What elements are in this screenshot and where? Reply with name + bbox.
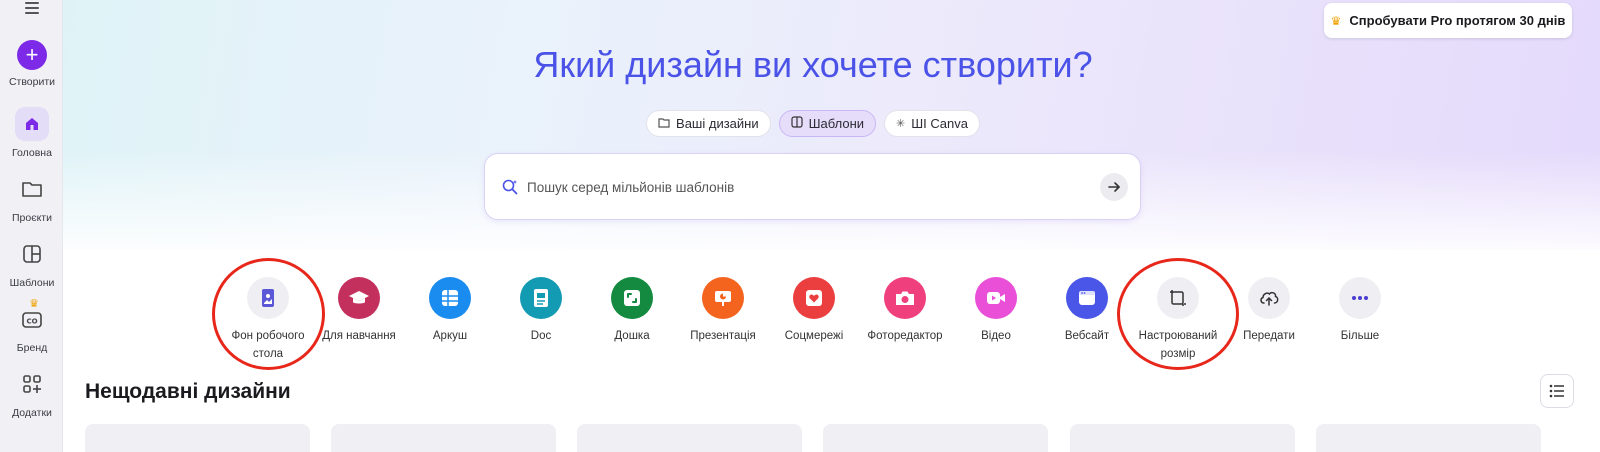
tab-label: Шаблони — [808, 116, 865, 131]
sidebar-item-label: Шаблони — [9, 277, 55, 289]
menu-icon[interactable] — [22, 2, 42, 16]
category-label: Doc — [530, 330, 552, 342]
sidebar-item-label: Створити — [8, 76, 56, 88]
recent-design-thumbnail[interactable] — [823, 424, 1048, 452]
custom-size-icon — [1157, 277, 1199, 319]
video-icon — [975, 277, 1017, 319]
graduation-cap-icon — [338, 277, 380, 319]
recent-designs-heading: Нещодавні дизайни — [85, 380, 291, 403]
tab-label: ШІ Canva — [911, 116, 968, 131]
category-label: Соцмережі — [784, 330, 844, 342]
website-icon — [1066, 277, 1108, 319]
sheet-icon — [429, 277, 471, 319]
apps-icon — [15, 367, 49, 401]
category-label: Більше — [1340, 330, 1380, 342]
tab-label: Ваші дизайни — [676, 116, 759, 131]
sidebar-item-label: Головна — [12, 147, 52, 159]
recent-design-thumbnail[interactable] — [1070, 424, 1295, 452]
sidebar-item-home[interactable]: Головна — [0, 107, 64, 159]
category-label: Презентація — [690, 330, 756, 342]
recent-design-thumbnail[interactable] — [1316, 424, 1541, 452]
main-content: ♛ Спробувати Pro протягом 30 днів Який д… — [62, 0, 1600, 452]
arrow-right-icon — [1108, 182, 1120, 192]
search-icon — [501, 178, 519, 201]
category-label: Фоторедактор — [867, 330, 943, 342]
presentation-icon — [702, 277, 744, 319]
sidebar-item-templates[interactable]: Шаблони — [0, 237, 64, 289]
category-more[interactable]: Більше — [1305, 277, 1415, 345]
folder-icon — [658, 117, 670, 131]
upload-icon — [1248, 277, 1290, 319]
category-label: Дошка — [614, 330, 650, 342]
recent-design-thumbnail[interactable] — [577, 424, 802, 452]
sidebar-item-label: Бренд — [16, 342, 48, 354]
category-label: Аркуш — [432, 330, 468, 342]
try-pro-button[interactable]: ♛ Спробувати Pro протягом 30 днів — [1324, 3, 1572, 38]
whiteboard-icon — [611, 277, 653, 319]
try-pro-label: Спробувати Pro протягом 30 днів — [1349, 13, 1566, 28]
category-label: Для навчання — [322, 330, 396, 342]
sidebar-item-projects[interactable]: Проєкти — [0, 172, 64, 224]
search-box — [484, 153, 1141, 220]
camera-icon — [884, 277, 926, 319]
doc-icon — [520, 277, 562, 319]
list-view-toggle[interactable] — [1540, 374, 1574, 408]
page-title: Який дизайн ви хочете створити? — [533, 44, 1093, 85]
sidebar-item-create[interactable]: + Створити — [0, 40, 64, 88]
tab-templates[interactable]: Шаблони — [778, 110, 877, 137]
heart-icon — [793, 277, 835, 319]
design-tabs: Ваші дизайни Шаблони ✳ ШІ Canva — [63, 110, 1563, 137]
svg-text:CO: CO — [26, 318, 37, 326]
category-label: Настроюваний розмір — [1138, 330, 1218, 360]
tab-canva-ai[interactable]: ✳ ШІ Canva — [884, 110, 980, 137]
sidebar-item-apps[interactable]: Додатки — [0, 367, 64, 419]
templates-icon — [791, 116, 803, 131]
category-label: Передати — [1243, 330, 1295, 342]
more-icon — [1339, 277, 1381, 319]
sidebar-item-label: Додатки — [12, 407, 52, 419]
sparkle-icon: ✳ — [896, 118, 906, 130]
sidebar: + Створити Головна Проєкти Шаблони CO ♛ … — [0, 0, 64, 452]
list-icon — [1549, 384, 1564, 398]
category-label: Фон робочого стола — [231, 330, 305, 360]
plus-icon: + — [17, 40, 47, 70]
folder-icon — [15, 172, 49, 206]
crown-icon: ♛ — [1330, 13, 1342, 28]
recent-design-thumbnail[interactable] — [85, 424, 310, 452]
sidebar-item-brand[interactable]: CO ♛ Бренд — [0, 298, 64, 354]
tab-your-designs[interactable]: Ваші дизайни — [646, 110, 771, 137]
brand-icon: CO ♛ — [15, 298, 49, 336]
crown-icon: ♛ — [29, 298, 39, 310]
category-label: Відео — [981, 330, 1011, 342]
search-submit-button[interactable] — [1100, 173, 1128, 201]
search-input[interactable] — [527, 176, 1087, 198]
category-label: Вебсайт — [1064, 330, 1110, 342]
templates-icon — [15, 237, 49, 271]
desktop-wallpaper-icon — [247, 277, 289, 319]
recent-design-thumbnail[interactable] — [331, 424, 556, 452]
sidebar-item-label: Проєкти — [12, 212, 52, 224]
home-icon — [15, 107, 49, 141]
